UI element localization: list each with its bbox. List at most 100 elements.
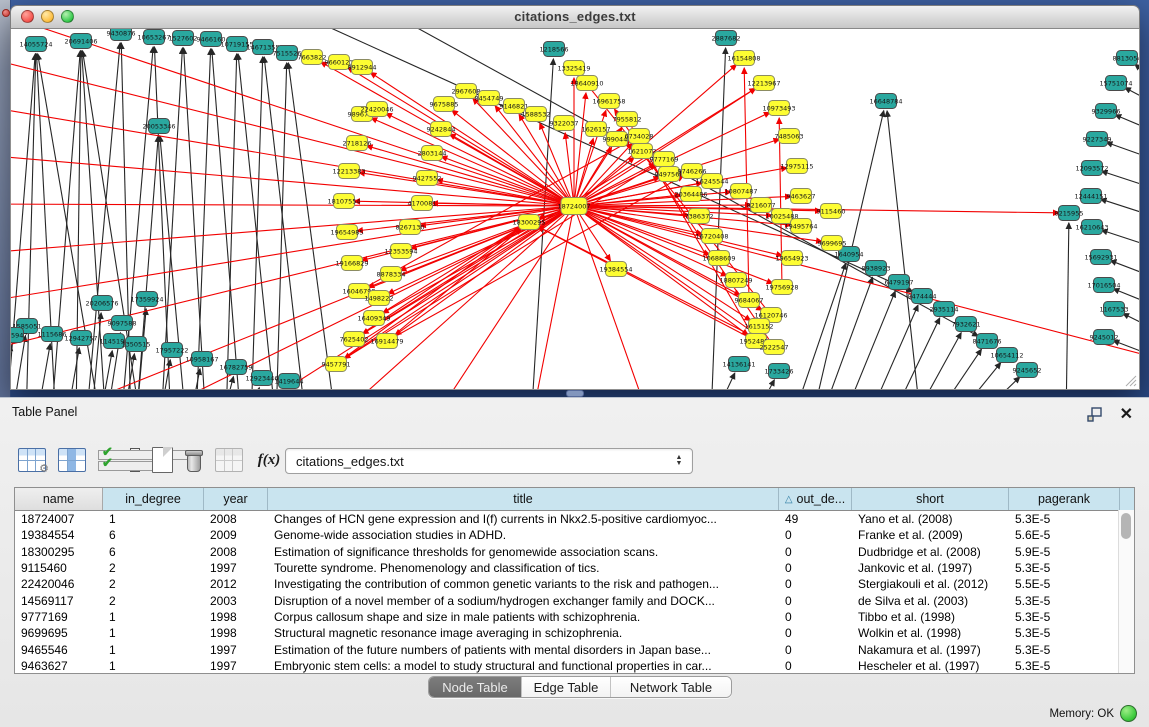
table-cell[interactable]: 19384554	[15, 528, 103, 542]
graph-node[interactable]: 1350515	[122, 337, 151, 352]
graph-node[interactable]: 8912944	[348, 60, 377, 75]
table-cell[interactable]: 2	[103, 577, 204, 591]
graph-node[interactable]: 9675885	[430, 97, 459, 112]
close-panel-icon[interactable]: ✕	[1120, 404, 1133, 424]
table-cell[interactable]: Corpus callosum shape and size in male p…	[268, 610, 779, 624]
table-cell[interactable]: 2003	[204, 594, 268, 608]
table-cell[interactable]: 2008	[204, 545, 268, 559]
graph-node[interactable]: 16154808	[727, 51, 760, 66]
table-cell[interactable]: Genome-wide association studies in ADHD.	[268, 528, 779, 542]
graph-node[interactable]: 7625402	[340, 332, 369, 347]
graph-node[interactable]: 9684067	[735, 293, 764, 308]
table-cell[interactable]: 2009	[204, 528, 268, 542]
graph-node[interactable]: 8267130	[396, 220, 425, 235]
table-cell[interactable]: 5.3E-5	[1009, 643, 1120, 657]
table-cell[interactable]: 5.3E-5	[1009, 594, 1120, 608]
graph-node[interactable]: 9097588	[108, 316, 137, 331]
table-cell[interactable]: 5.5E-5	[1009, 577, 1120, 591]
graph-node[interactable]: 19654985	[330, 225, 363, 240]
column-header-in-degree[interactable]: in_degree	[103, 488, 204, 510]
graph-node[interactable]: 8471676	[973, 334, 1002, 349]
table-cell[interactable]: 9699695	[15, 626, 103, 640]
graph-node[interactable]: 10807487	[724, 184, 757, 199]
table-row[interactable]: 969969511998Structural magnetic resonanc…	[15, 625, 1134, 641]
table-cell[interactable]: 0	[779, 626, 852, 640]
graph-node[interactable]: 12213967	[747, 76, 780, 91]
graph-node[interactable]: 8215955	[1055, 206, 1084, 221]
graph-node[interactable]: 1733426	[765, 364, 794, 379]
graph-node[interactable]: 2522547	[760, 340, 789, 355]
table-cell[interactable]: 5.3E-5	[1009, 610, 1120, 624]
graph-node[interactable]: 17359924	[130, 292, 163, 307]
table-cell[interactable]: 0	[779, 561, 852, 575]
table-cell[interactable]: 1997	[204, 561, 268, 575]
table-row[interactable]: 911546021997Tourette syndrome. Phenomeno…	[15, 560, 1134, 576]
table-row[interactable]: 1938455462009Genome-wide association stu…	[15, 527, 1134, 543]
table-cell[interactable]: 0	[779, 528, 852, 542]
graph-node[interactable]: 14055724	[19, 37, 52, 52]
table-cell[interactable]: 1	[103, 643, 204, 657]
table-cell[interactable]: 0	[779, 643, 852, 657]
delete-table-icon[interactable]	[185, 449, 203, 472]
new-table-icon[interactable]	[152, 447, 173, 473]
column-header-title[interactable]: title	[268, 488, 779, 510]
graph-node[interactable]: 9227349	[1083, 132, 1112, 147]
graph-node[interactable]: 12975115	[780, 159, 813, 174]
graph-node[interactable]: 2803144	[418, 146, 447, 161]
graph-node[interactable]: 20053346	[142, 119, 175, 134]
graph-node[interactable]: 13325419	[557, 61, 590, 76]
graph-node[interactable]: 16961758	[592, 94, 625, 109]
function-builder-icon[interactable]: f(x)	[255, 452, 283, 469]
graph-node[interactable]: 12444151	[1074, 189, 1107, 204]
graph-node[interactable]: 9430876	[107, 29, 136, 41]
table-cell[interactable]: 0	[779, 577, 852, 591]
graph-node[interactable]: 19654923	[775, 251, 808, 266]
graph-node[interactable]: 8878334	[377, 267, 406, 282]
graph-node[interactable]: 20691406	[64, 34, 97, 49]
graph-node[interactable]: 9699695	[818, 236, 847, 251]
graph-node[interactable]: 15692931	[1084, 250, 1117, 265]
graph-node[interactable]: 10688609	[702, 251, 735, 266]
table-row[interactable]: 1456911722003Disruption of a novel membe…	[15, 592, 1134, 608]
graph-node[interactable]: 1167533	[1100, 302, 1129, 317]
table-cell[interactable]: 0	[779, 610, 852, 624]
table-cell[interactable]: Wolkin et al. (1998)	[852, 626, 1009, 640]
graph-canvas-svg[interactable]: 1872400714055724206914069430876106532671…	[11, 29, 1139, 389]
table-cell[interactable]: Changes of HCN gene expression and I(f) …	[268, 512, 779, 526]
graph-node[interactable]: 12093572	[1075, 161, 1108, 176]
graph-node[interactable]: 9457791	[322, 357, 351, 372]
table-row[interactable]: 1872400712008Changes of HCN gene express…	[15, 511, 1134, 527]
table-cell[interactable]: Tibbo et al. (1998)	[852, 610, 1009, 624]
table-cell[interactable]: 9115460	[15, 561, 103, 575]
graph-node[interactable]: 7386372	[685, 209, 714, 224]
table-cell[interactable]: Nakamura et al. (1997)	[852, 643, 1009, 657]
table-cell[interactable]: Embryonic stem cells: a model to study s…	[268, 659, 779, 673]
table-cell[interactable]: 1998	[204, 626, 268, 640]
graph-node[interactable]: 15751074	[1099, 76, 1132, 91]
table-cell[interactable]: 2	[103, 561, 204, 575]
graph-node[interactable]: 1419644	[275, 374, 304, 389]
select-rows-icon[interactable]: ✔✔	[98, 448, 118, 472]
graph-node[interactable]: 2718126	[343, 136, 372, 151]
graph-node[interactable]: 20206576	[85, 296, 118, 311]
graph-node[interactable]: 1115686	[38, 327, 67, 342]
graph-node[interactable]: 12942757	[64, 331, 97, 346]
table-cell[interactable]: 2	[103, 594, 204, 608]
graph-node[interactable]: 17957222	[155, 343, 188, 358]
table-cell[interactable]: 6	[103, 545, 204, 559]
table-selector-dropdown[interactable]: citations_edges.txt ▲▼	[285, 448, 693, 474]
table-cell[interactable]: 22420046	[15, 577, 103, 591]
graph-node[interactable]: 9777169	[650, 152, 679, 167]
table-cell[interactable]: 5.3E-5	[1009, 626, 1120, 640]
graph-node[interactable]: 1626157	[582, 122, 611, 137]
graph-node[interactable]: 20364486	[674, 187, 707, 202]
graph-node[interactable]: 7485063	[775, 129, 804, 144]
graph-node[interactable]: 9322037	[550, 116, 579, 131]
graph-node[interactable]: 7955812	[613, 112, 642, 127]
graph-node[interactable]: 1527602	[169, 31, 198, 46]
graph-node[interactable]: 1615152	[745, 319, 774, 334]
table-cell[interactable]: 49	[779, 512, 852, 526]
resize-grip[interactable]	[1123, 373, 1137, 387]
graph-node[interactable]: 14136141	[722, 357, 755, 372]
table-cell[interactable]: 1997	[204, 643, 268, 657]
